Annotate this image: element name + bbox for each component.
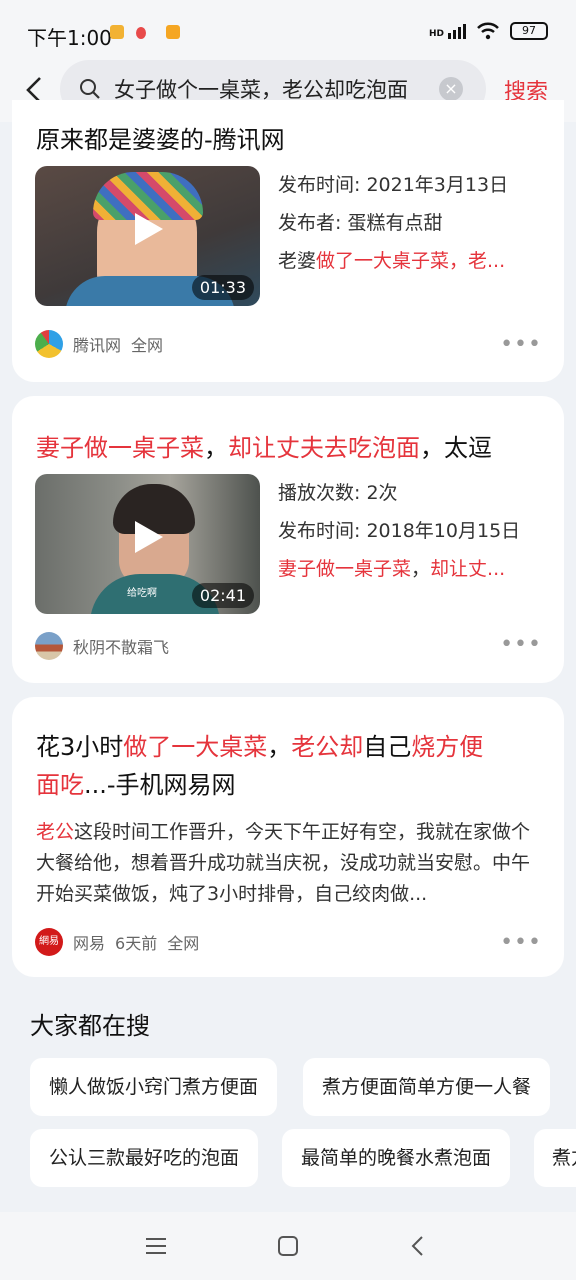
source-scope: 全网 <box>167 934 200 953</box>
source-row: 秋阴不散霜飞 <box>35 632 169 660</box>
play-icon[interactable] <box>135 521 163 553</box>
status-bar: 下午1:00 HD 97 <box>0 0 576 62</box>
result-snippet: 老公这段时间工作晋升，今天下午正好有空，我就在家做个大餐给他，想着晋升成功就当庆… <box>36 821 531 905</box>
source-row: 網易 网易 6天前 全网 <box>35 928 199 956</box>
app-notification-icon <box>110 25 124 39</box>
source-name: 秋阴不散霜飞 <box>73 638 170 657</box>
result-title[interactable]: 花3小时做了一大桌菜，老公却自己烧方便 <box>36 727 483 762</box>
publish-age: 6天前 <box>115 934 158 953</box>
popular-search-chip[interactable]: 煮方 <box>534 1129 576 1187</box>
tencent-logo-icon <box>35 330 63 358</box>
back-nav-icon[interactable] <box>410 1235 424 1257</box>
result-title[interactable]: 原来都是婆婆的-腾讯网 <box>36 120 285 155</box>
video-thumbnail[interactable]: 给吃啊 02:41 <box>35 474 260 614</box>
battery-icon: 97 <box>510 22 548 40</box>
search-icon <box>80 79 100 99</box>
source-name: 腾讯网 <box>73 336 122 355</box>
popular-search-chip[interactable]: 煮方便面简单方便一人餐 <box>303 1058 551 1116</box>
play-icon[interactable] <box>135 213 163 245</box>
publish-time: 发布时间: 2021年3月13日 <box>278 174 509 196</box>
publish-time: 发布时间: 2018年10月15日 <box>278 520 521 542</box>
result-title-line2[interactable]: 面吃...-手机网易网 <box>36 765 236 800</box>
snippet: 妻子做一桌子菜，却让丈... <box>278 558 506 580</box>
popular-searches-heading: 大家都在搜 <box>30 1012 150 1040</box>
wifi-icon <box>477 22 499 40</box>
snippet: 老婆做了一大桌子菜，老... <box>278 250 506 272</box>
publisher: 发布者: 蛋糕有点甜 <box>278 212 443 234</box>
play-count: 播放次数: 2次 <box>278 482 398 504</box>
video-thumbnail[interactable]: 01:33 <box>35 166 260 306</box>
system-nav-bar <box>0 1212 576 1280</box>
home-icon[interactable] <box>277 1235 299 1257</box>
video-duration: 01:33 <box>191 275 254 300</box>
menu-icon[interactable] <box>145 1236 167 1256</box>
source-row: 腾讯网 全网 <box>35 330 163 358</box>
more-options-icon[interactable]: ••• <box>500 632 542 657</box>
user-avatar <box>35 632 63 660</box>
result-card[interactable]: 原来都是婆婆的-腾讯网 01:33 发布时间: 2021年3月13日 发布者: … <box>12 100 564 382</box>
video-watermark: 给吃啊 <box>127 588 157 599</box>
source-name: 网易 <box>73 934 106 953</box>
map-notification-icon <box>136 27 146 39</box>
result-title[interactable]: 妻子做一桌子菜，却让丈夫去吃泡面，太逗 <box>36 428 492 463</box>
hd-signal-icon: HD <box>429 23 466 39</box>
result-card[interactable]: 花3小时做了一大桌菜，老公却自己烧方便 面吃...-手机网易网 老公这段时间工作… <box>12 697 564 977</box>
clear-icon[interactable]: × <box>439 77 463 101</box>
status-time: 下午1:00 <box>27 26 112 50</box>
more-options-icon[interactable]: ••• <box>500 332 542 357</box>
source-scope: 全网 <box>131 336 164 355</box>
netease-logo-icon: 網易 <box>35 928 63 956</box>
video-duration: 02:41 <box>191 583 254 608</box>
popular-search-chip[interactable]: 公认三款最好吃的泡面 <box>30 1129 259 1187</box>
more-options-icon[interactable]: ••• <box>500 930 542 955</box>
message-notification-icon <box>166 25 180 39</box>
popular-search-chip[interactable]: 懒人做饭小窍门煮方便面 <box>30 1058 278 1116</box>
result-card[interactable]: 妻子做一桌子菜，却让丈夫去吃泡面，太逗 给吃啊 02:41 播放次数: 2次 发… <box>12 396 564 683</box>
popular-search-chip[interactable]: 最简单的晚餐水煮泡面 <box>282 1129 511 1187</box>
